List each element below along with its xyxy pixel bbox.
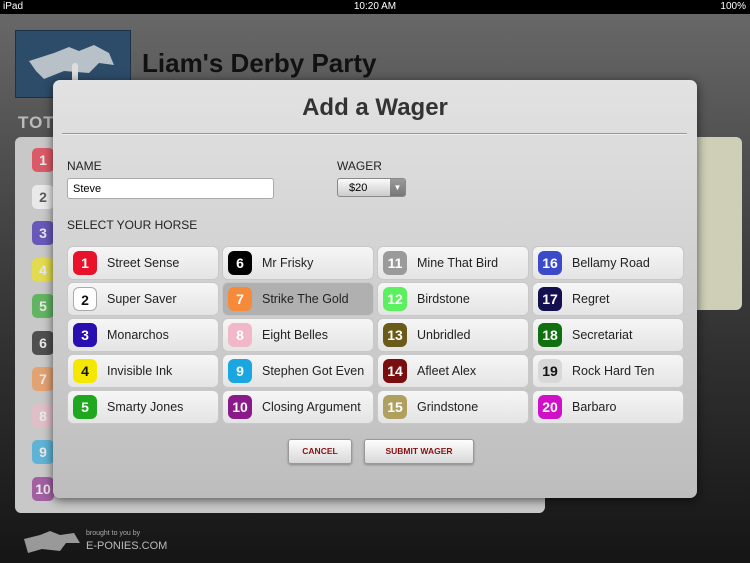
horse-number-badge: 7: [228, 287, 252, 311]
background-horse-number: 1: [32, 148, 54, 172]
horse-number-badge: 15: [383, 395, 407, 419]
horse-number-badge: 9: [228, 359, 252, 383]
horse-number-badge: 4: [73, 359, 97, 383]
horse-number-badge: 11: [383, 251, 407, 275]
horse-option[interactable]: 16 Bellamy Road: [532, 246, 684, 280]
horse-number-badge: 13: [383, 323, 407, 347]
background-horse-number: 9: [32, 440, 54, 464]
horse-name: Barbaro: [572, 400, 617, 414]
status-bar: iPad 10:20 AM 100%: [0, 0, 750, 14]
background-horse-number: 7: [32, 367, 54, 391]
footer-branding: brought to you by E-PONIES.COM: [22, 527, 167, 562]
horse-number-badge: 2: [73, 287, 97, 311]
dialog-title: Add a Wager: [302, 94, 448, 121]
eponies-logo-icon: [24, 531, 80, 553]
horse-number-badge: 12: [383, 287, 407, 311]
horse-name: Monarchos: [107, 328, 169, 342]
background-horse-number: 6: [32, 330, 54, 355]
horse-option[interactable]: 18 Secretariat: [532, 318, 684, 352]
horse-number-badge: 20: [538, 395, 562, 419]
horse-name: Strike The Gold: [262, 292, 349, 306]
horse-name: Mine That Bird: [417, 256, 499, 270]
horse-name: Bellamy Road: [572, 256, 650, 270]
horse-name: Invisible Ink: [107, 364, 173, 378]
horse-name: Closing Argument: [262, 400, 361, 414]
horse-number-badge: 14: [383, 359, 407, 383]
horse-number-badge: 5: [73, 395, 97, 419]
horse-number-badge: 19: [538, 359, 562, 383]
submit-wager-button[interactable]: SUBMIT WAGER: [364, 439, 474, 464]
horse-option[interactable]: 17 Regret: [532, 282, 684, 316]
horse-number-badge: 6: [228, 251, 252, 275]
horse-option[interactable]: 15 Grindstone: [377, 390, 529, 424]
battery-level: 100%: [720, 1, 746, 12]
horse-option[interactable]: 7 Strike The Gold: [222, 282, 374, 316]
wager-select[interactable]: $20 ▼: [337, 178, 406, 197]
horse-name: Unbridled: [417, 328, 471, 342]
horse-option[interactable]: 6 Mr Frisky: [222, 246, 374, 280]
horse-name: Stephen Got Even: [262, 364, 365, 378]
horse-option[interactable]: 8 Eight Belles: [222, 318, 374, 352]
background-horse-number: 5: [32, 294, 54, 318]
horse-name: Smarty Jones: [107, 400, 184, 414]
horse-number-badge: 10: [228, 395, 252, 419]
cancel-button[interactable]: CANCEL: [288, 439, 352, 464]
horse-number-badge: 17: [538, 287, 562, 311]
name-label: NAME: [67, 159, 102, 173]
horse-option[interactable]: 5 Smarty Jones: [67, 390, 219, 424]
select-horse-label: SELECT YOUR HORSE: [67, 218, 198, 232]
horse-name: Grindstone: [417, 400, 479, 414]
horse-option[interactable]: 4 Invisible Ink: [67, 354, 219, 388]
horse-option[interactable]: 13 Unbridled: [377, 318, 529, 352]
horse-option[interactable]: 20 Barbaro: [532, 390, 684, 424]
horse-name: Street Sense: [107, 256, 180, 270]
name-input[interactable]: [67, 178, 274, 199]
horse-name: Secretariat: [572, 328, 633, 342]
horse-option[interactable]: 14 Afleet Alex: [377, 354, 529, 388]
horse-name: Eight Belles: [262, 328, 329, 342]
horse-option[interactable]: 12 Birdstone: [377, 282, 529, 316]
horse-option[interactable]: 2 Super Saver: [67, 282, 219, 316]
background-horse-number: 8: [32, 403, 54, 428]
horse-grid: 1 Street Sense 2 Super Saver 3 Monarchos 4 Invi…: [67, 246, 684, 424]
chevron-down-icon: ▼: [390, 179, 405, 196]
clock: 10:20 AM: [353, 1, 397, 12]
horse-number-badge: 1: [73, 251, 97, 275]
background-horse-number: 4: [32, 257, 54, 282]
horse-number-badge: 8: [228, 323, 252, 347]
horse-option[interactable]: 19 Rock Hard Ten: [532, 354, 684, 388]
horse-name: Super Saver: [107, 292, 177, 306]
horse-name: Afleet Alex: [417, 364, 477, 378]
background-horse-number: 2: [32, 184, 54, 209]
horse-number-badge: 18: [538, 323, 562, 347]
horse-option[interactable]: 11 Mine That Bird: [377, 246, 529, 280]
app-title: Liam's Derby Party: [142, 48, 377, 78]
horse-name: Rock Hard Ten: [572, 364, 655, 378]
footer-by: brought to you by: [86, 530, 141, 537]
wager-value: $20: [349, 182, 368, 194]
horse-number-badge: 16: [538, 251, 562, 275]
wager-label: WAGER: [337, 159, 382, 173]
horse-option[interactable]: 9 Stephen Got Even: [222, 354, 374, 388]
footer-brand: E-PONIES.COM: [86, 540, 168, 552]
divider: [62, 133, 687, 134]
horse-name: Birdstone: [417, 292, 470, 306]
horse-number-badge: 3: [73, 323, 97, 347]
add-wager-dialog: Add a Wager NAME WAGER $20 ▼ SELECT YOUR…: [53, 80, 697, 498]
horse-option[interactable]: 1 Street Sense: [67, 246, 219, 280]
horse-name: Regret: [572, 292, 610, 306]
background-horse-number: 3: [32, 221, 54, 245]
horse-option[interactable]: 3 Monarchos: [67, 318, 219, 352]
horse-name: Mr Frisky: [262, 256, 314, 270]
horse-option[interactable]: 10 Closing Argument: [222, 390, 374, 424]
background-horse-number: 10: [32, 476, 54, 501]
